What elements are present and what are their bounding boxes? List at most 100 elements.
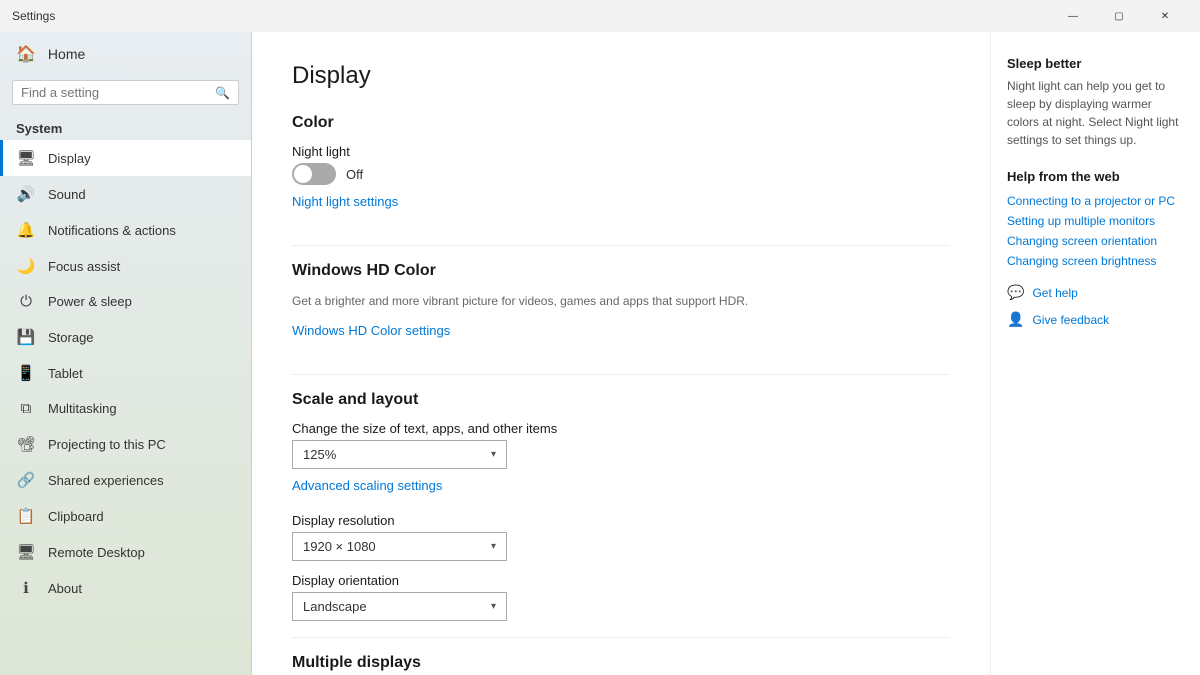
notifications-icon: 🔔 <box>16 221 36 239</box>
display-icon: 🖥 <box>16 149 36 167</box>
power-icon: ⏻ <box>16 293 36 310</box>
help-link-brightness[interactable]: Changing screen brightness <box>1007 254 1184 268</box>
focus-icon: 🌙 <box>16 257 36 275</box>
system-section-label: System <box>0 113 251 140</box>
sidebar-search[interactable]: 🔍 <box>12 80 239 105</box>
right-panel: Sleep better Night light can help you ge… <box>990 32 1200 675</box>
sidebar-item-tablet-label: Tablet <box>48 366 83 381</box>
get-help-icon: 💬 <box>1007 284 1024 301</box>
resolution-value: 1920 × 1080 <box>303 539 376 554</box>
sidebar-item-about-label: About <box>48 581 82 596</box>
page-title: Display <box>292 62 950 90</box>
sidebar-item-sound[interactable]: 🔊 Sound <box>0 176 251 212</box>
scale-section-title: Scale and layout <box>292 391 950 409</box>
size-label: Change the size of text, apps, and other… <box>292 421 950 436</box>
orientation-dropdown-wrapper: Landscape ▾ <box>292 592 950 621</box>
titlebar-title: Settings <box>12 9 55 23</box>
hd-color-description: Get a brighter and more vibrant picture … <box>292 292 950 310</box>
app-container: 🏠 Home 🔍 System 🖥 Display 🔊 Sound 🔔 Noti… <box>0 32 1200 675</box>
sidebar-item-multitasking[interactable]: ⧉ Multitasking <box>0 391 251 426</box>
help-link-monitors[interactable]: Setting up multiple monitors <box>1007 214 1184 228</box>
sidebar-item-tablet[interactable]: 📱 Tablet <box>0 355 251 391</box>
sidebar-item-home[interactable]: 🏠 Home <box>0 32 251 76</box>
night-light-state: Off <box>346 167 363 182</box>
help-link-projector[interactable]: Connecting to a projector or PC <box>1007 194 1184 208</box>
sidebar-item-projecting[interactable]: 📽 Projecting to this PC <box>0 426 251 462</box>
advanced-scaling-link[interactable]: Advanced scaling settings <box>292 478 442 493</box>
resolution-dropdown[interactable]: 1920 × 1080 ▾ <box>292 532 507 561</box>
sidebar-item-remote[interactable]: 🖥 Remote Desktop <box>0 534 251 570</box>
size-chevron-icon: ▾ <box>491 449 496 460</box>
orientation-dropdown[interactable]: Landscape ▾ <box>292 592 507 621</box>
remote-icon: 🖥 <box>16 543 36 561</box>
main-content: Display Color Night light Off Night ligh… <box>252 32 990 675</box>
sidebar-item-power[interactable]: ⏻ Power & sleep <box>0 284 251 319</box>
close-button[interactable]: ✕ <box>1142 0 1188 32</box>
sound-icon: 🔊 <box>16 185 36 203</box>
night-light-settings-link[interactable]: Night light settings <box>292 194 398 209</box>
maximize-button[interactable]: ▢ <box>1096 0 1142 32</box>
sidebar-item-multitasking-label: Multitasking <box>48 401 117 416</box>
sidebar-item-display-label: Display <box>48 151 91 166</box>
night-light-label: Night light <box>292 144 950 159</box>
tablet-icon: 📱 <box>16 364 36 382</box>
sidebar-item-shared[interactable]: 🔗 Shared experiences <box>0 462 251 498</box>
sidebar-item-notifications[interactable]: 🔔 Notifications & actions <box>0 212 251 248</box>
sidebar-item-display[interactable]: 🖥 Display <box>0 140 251 176</box>
feedback-icon: 👤 <box>1007 311 1024 328</box>
search-input[interactable] <box>21 85 215 100</box>
home-label: Home <box>48 46 85 62</box>
sidebar-item-storage[interactable]: 💾 Storage <box>0 319 251 355</box>
sidebar-item-focus-label: Focus assist <box>48 259 120 274</box>
get-help-action[interactable]: 💬 Get help <box>1007 284 1184 301</box>
feedback-label: Give feedback <box>1032 313 1109 327</box>
sleep-title: Sleep better <box>1007 56 1184 71</box>
sidebar-item-notifications-label: Notifications & actions <box>48 223 176 238</box>
color-section-title: Color <box>292 114 950 132</box>
get-help-label: Get help <box>1032 286 1077 300</box>
size-value: 125% <box>303 447 336 462</box>
give-feedback-action[interactable]: 👤 Give feedback <box>1007 311 1184 328</box>
size-dropdown[interactable]: 125% ▾ <box>292 440 507 469</box>
sidebar-item-clipboard-label: Clipboard <box>48 509 104 524</box>
size-dropdown-wrapper: 125% ▾ <box>292 440 950 469</box>
sidebar-item-clipboard[interactable]: 📋 Clipboard <box>0 498 251 534</box>
orientation-label: Display orientation <box>292 573 950 588</box>
help-title: Help from the web <box>1007 169 1184 184</box>
divider-1 <box>292 245 950 246</box>
sidebar: 🏠 Home 🔍 System 🖥 Display 🔊 Sound 🔔 Noti… <box>0 32 252 675</box>
sidebar-item-power-label: Power & sleep <box>48 294 132 309</box>
resolution-chevron-icon: ▾ <box>491 541 496 552</box>
projecting-icon: 📽 <box>16 435 36 453</box>
shared-icon: 🔗 <box>16 471 36 489</box>
sleep-text: Night light can help you get to sleep by… <box>1007 77 1184 149</box>
sidebar-item-storage-label: Storage <box>48 330 94 345</box>
toggle-knob <box>294 165 312 183</box>
sidebar-item-remote-label: Remote Desktop <box>48 545 145 560</box>
divider-3 <box>292 637 950 638</box>
orientation-value: Landscape <box>303 599 367 614</box>
about-icon: ℹ <box>16 579 36 597</box>
minimize-button[interactable]: — <box>1050 0 1096 32</box>
sidebar-item-sound-label: Sound <box>48 187 86 202</box>
storage-icon: 💾 <box>16 328 36 346</box>
night-light-toggle-row: Off <box>292 163 950 185</box>
sidebar-item-shared-label: Shared experiences <box>48 473 164 488</box>
help-link-orientation[interactable]: Changing screen orientation <box>1007 234 1184 248</box>
hd-color-section-title: Windows HD Color <box>292 262 950 280</box>
sidebar-item-projecting-label: Projecting to this PC <box>48 437 166 452</box>
resolution-label: Display resolution <box>292 513 950 528</box>
orientation-chevron-icon: ▾ <box>491 601 496 612</box>
titlebar: Settings — ▢ ✕ <box>0 0 1200 32</box>
sidebar-item-about[interactable]: ℹ About <box>0 570 251 606</box>
night-light-toggle[interactable] <box>292 163 336 185</box>
multiple-displays-section-title: Multiple displays <box>292 654 950 672</box>
sidebar-item-focus[interactable]: 🌙 Focus assist <box>0 248 251 284</box>
hd-color-settings-link[interactable]: Windows HD Color settings <box>292 323 450 338</box>
search-icon: 🔍 <box>215 86 230 100</box>
resolution-dropdown-wrapper: 1920 × 1080 ▾ <box>292 532 950 561</box>
clipboard-icon: 📋 <box>16 507 36 525</box>
multitasking-icon: ⧉ <box>16 400 36 417</box>
divider-2 <box>292 374 950 375</box>
home-icon: 🏠 <box>16 44 36 64</box>
